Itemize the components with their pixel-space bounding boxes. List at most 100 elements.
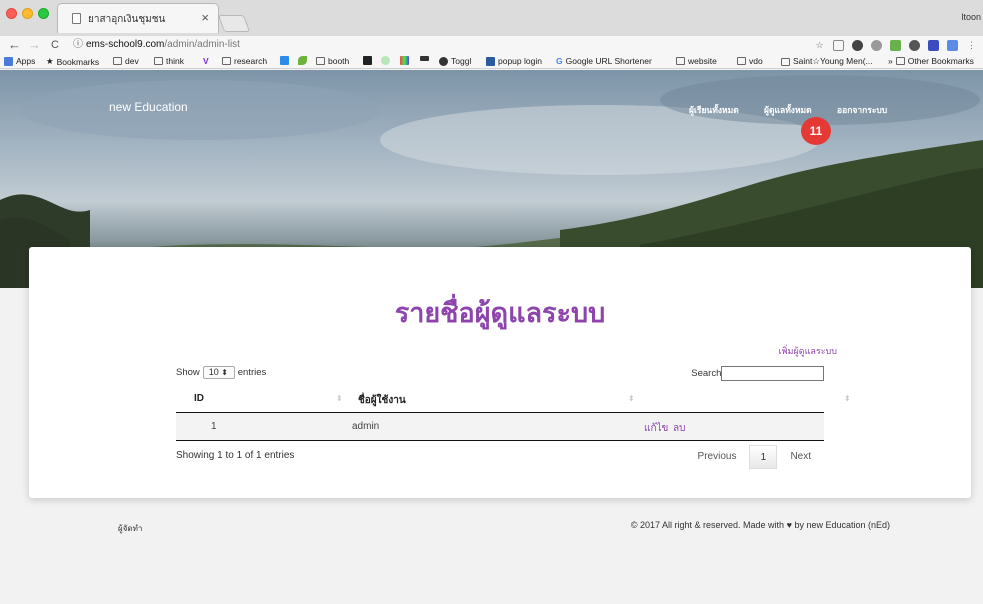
bookmark-apps[interactable]: Apps [4,56,35,66]
bookmark-bookmarks[interactable]: ★ Bookmarks [46,56,99,67]
entries-per-page-select[interactable]: 10 ⬍ [202,366,235,379]
folder-icon [222,57,231,65]
nav-all-admins[interactable]: ผู้ดูแลทั้งหมด [764,103,812,117]
extension-bar: ☆ ⋮ [814,38,977,52]
bookmark-research[interactable]: research [222,56,267,66]
google-icon: G [556,56,563,66]
h-logo-icon [486,56,495,66]
nav-logout[interactable]: ออกจากระบบ [837,103,887,117]
bookmark-dev[interactable]: dev [113,56,139,66]
bookmark-dash[interactable] [420,56,429,61]
bookmark-think[interactable]: think [154,56,184,66]
cell-username: admin [352,421,380,432]
star-icon: ★ [46,56,54,66]
apps-grid-icon [4,56,13,66]
bookmark-saint-young-men[interactable]: Saint☆Young Men(... [781,56,873,67]
bookmark-leaf[interactable] [298,56,307,65]
notification-badge: 11 [801,117,831,145]
next-page-button[interactable]: Next [777,445,824,469]
table-header: ID ⬍ ชื่อผู้ใช้งาน ⬍ ⬍ [176,385,851,413]
page-icon [72,13,81,24]
delete-link[interactable]: ลบ [673,421,685,436]
gear-icon[interactable] [852,39,863,51]
entries-length-control: Show 10 ⬍ entries [176,366,267,379]
a-logo-icon [363,56,372,65]
forward-icon[interactable]: → [28,37,41,53]
footer-copyright: © 2017 All right & reserved. Made with ♥… [630,520,890,530]
pagination: Previous 1 Next [685,445,824,469]
page-icon [781,57,790,66]
bookmark-website[interactable]: website [676,56,717,66]
admin-table: ID ⬍ ชื่อผู้ใช้งาน ⬍ ⬍ 1 admin แก้ไข ลบ [176,385,851,441]
circle-icon[interactable] [871,39,882,51]
overflow-chevron-icon[interactable]: » [888,56,893,66]
bookmark-a[interactable] [363,56,372,65]
blue-square-icon [280,56,289,65]
page-title: รายชื่อผู้ดูแลระบบ [394,298,606,329]
new-tab-button[interactable] [217,15,251,32]
extension-icon[interactable] [890,39,901,51]
admin-list-card: รายชื่อผู้ดูแลระบบ เพิ่มผู้ดูแลระบบ Show… [29,247,971,498]
search-input[interactable] [721,366,824,381]
sort-icon[interactable]: ⬍ [336,394,343,403]
bookmark-booth[interactable]: booth [316,56,349,66]
bookmark-colorful[interactable] [400,56,409,65]
previous-page-button[interactable]: Previous [685,445,750,469]
bookmarks-bar: Apps ★ Bookmarks dev think V research boo… [0,54,983,69]
bookmark-popup-login[interactable]: popup login [486,56,542,66]
reload-icon[interactable]: C [51,37,59,53]
gear-icon[interactable] [909,39,920,51]
folder-icon [737,57,746,65]
bookmark-m[interactable] [381,56,390,65]
back-icon[interactable]: ← [8,37,21,53]
brand-logo[interactable]: new Education [109,100,188,114]
minimize-window-button[interactable] [22,8,33,19]
tab-title: ยาสาอุกเงินชุมชน [88,14,166,25]
folder-icon [316,57,325,65]
browser-toolbar: ← → C ⓘ ems-school9.com/admin/admin-list … [0,36,983,54]
table-info: Showing 1 to 1 of 1 entries [176,450,295,461]
v-logo-icon: V [203,56,209,66]
folder-icon [113,57,122,65]
other-bookmarks[interactable]: » Other Bookmarks [888,56,974,66]
heart-icon: ♥ [786,520,792,530]
column-header-id[interactable]: ID [194,393,204,404]
footer-credits-link[interactable]: ผู้จัดทำ [118,522,142,535]
camera-icon[interactable] [833,39,844,51]
url-path: /admin/admin-list [164,39,240,50]
column-header-username[interactable]: ชื่อผู้ใช้งาน [358,393,406,408]
profile-name[interactable]: ltoon [961,12,981,22]
browser-tab[interactable]: ยาสาอุกเงินชุมชน × [57,3,219,33]
cell-id: 1 [211,421,217,432]
toggl-icon [439,56,448,66]
picture-icon[interactable] [947,39,958,51]
bookmark-toggl[interactable]: Toggl [439,56,471,66]
bookmark-vdo[interactable]: vdo [737,56,763,66]
maximize-window-button[interactable] [38,8,49,19]
b-logo-icon[interactable] [928,39,939,51]
url-host: ems-school9.com [86,39,165,50]
sort-icon[interactable]: ⬍ [844,394,851,403]
add-admin-link[interactable]: เพิ่มผู้ดูแลระบบ [779,344,837,358]
star-icon[interactable]: ☆ [814,40,825,51]
sort-icon[interactable]: ⬍ [628,394,635,403]
browser-tab-bar: ยาสาอุกเงินชุมชน × ltoon [0,0,983,36]
leaf-icon [298,56,307,65]
nav-all-students[interactable]: ผู้เรียนทั้งหมด [689,103,739,117]
search-label: Search: [691,368,724,379]
dash-icon [420,56,429,61]
m-logo-icon [381,56,390,65]
bookmark-google-url-shortener[interactable]: G Google URL Shortener [556,56,652,66]
table-row: 1 admin แก้ไข ลบ [176,413,824,441]
edit-link[interactable]: แก้ไข [644,421,668,436]
bookmark-blue[interactable] [280,56,289,65]
folder-icon [676,57,685,65]
folder-icon [154,57,163,65]
menu-icon[interactable]: ⋮ [966,40,977,51]
tab-close-icon[interactable]: × [201,10,209,25]
info-icon[interactable]: ⓘ [73,39,83,50]
current-page-button[interactable]: 1 [749,445,778,469]
bookmark-v[interactable]: V [203,56,209,66]
close-window-button[interactable] [6,8,17,19]
folder-icon [895,57,905,65]
